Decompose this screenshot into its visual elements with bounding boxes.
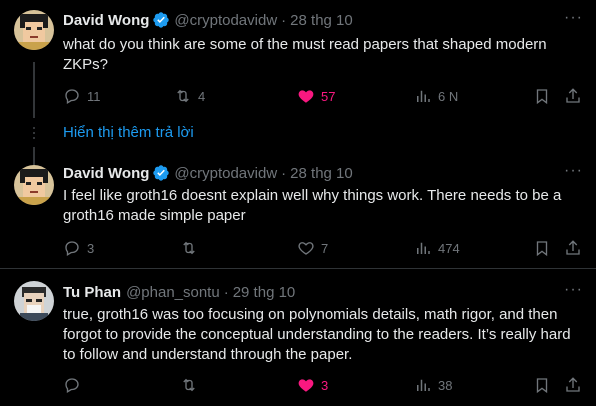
tweet-date[interactable]: 28 thg 10 [290,165,353,182]
retweet-button[interactable] [180,375,204,395]
reply-count: 3 [87,240,95,256]
verified-badge-icon [152,11,170,29]
reply-icon [65,378,79,393]
tweet-date[interactable]: 29 thg 10 [233,284,296,301]
retweet-button[interactable] [180,238,204,258]
heart-filled-icon [298,90,314,103]
analytics-icon [417,242,430,254]
share-button[interactable] [564,238,582,258]
tweet-header: Tu Phan @phan_sontu · 29 thg 10 [63,282,295,302]
retweet-icon [183,241,195,255]
tweet-header: David Wong @cryptodavidw · 28 thg 10 [63,163,353,183]
bookmark-icon [536,89,548,105]
bookmark-button[interactable] [533,86,551,106]
tweet-date[interactable]: 28 thg 10 [290,12,353,29]
display-name[interactable]: David Wong [63,165,149,182]
view-count: 38 [438,377,453,393]
bookmark-icon [536,241,548,257]
reply-icon [65,89,79,104]
thread-dots [33,127,35,142]
more-options-icon[interactable]: ··· [564,10,582,30]
tweet-actions: 3 7 474 [63,238,583,258]
reply-icon [65,241,79,256]
tweet-text: what do you think are some of the must r… [63,36,547,73]
display-name[interactable]: Tu Phan [63,284,121,301]
share-icon [566,377,580,392]
reply-button[interactable] [63,375,87,395]
retweet-count: 4 [198,88,206,104]
retweet-icon [177,89,189,103]
separator-dot: · [281,11,287,29]
more-options-icon[interactable]: ··· [564,163,582,183]
reply-count: 11 [87,88,101,104]
tweet-actions: 3 38 [63,375,583,395]
separator-dot: · [223,283,229,301]
avatar[interactable] [14,281,54,321]
bookmark-icon [536,378,548,394]
like-count: 7 [321,240,329,256]
tweet-actions: 11 4 57 6 N [63,86,583,106]
display-name[interactable]: David Wong [63,12,149,29]
user-handle[interactable]: @cryptodavidw [174,165,277,182]
share-icon [566,240,580,255]
retweet-button[interactable]: 4 [174,86,205,106]
more-options-icon[interactable]: ··· [564,282,582,302]
like-count: 57 [321,88,336,104]
like-count: 3 [321,377,329,393]
share-button[interactable] [564,86,582,106]
like-button[interactable]: 57 [297,86,335,106]
reply-button[interactable]: 11 [63,86,101,106]
like-button[interactable]: 3 [297,375,328,395]
tweet-text: I feel like groth16 doesnt explain well … [63,187,562,224]
tweet: Tu Phan @phan_sontu · 29 thg 10 ··· true… [0,269,596,406]
user-handle[interactable]: @phan_sontu [126,284,220,301]
heart-icon [298,242,314,255]
tweet: David Wong @cryptodavidw · 28 thg 10 ···… [0,0,596,120]
view-count: 474 [438,240,460,256]
show-more-replies-link[interactable]: Hiển thị thêm trả lời [63,123,194,143]
retweet-icon [183,378,195,392]
analytics-icon [417,90,430,102]
tweet: David Wong @cryptodavidw · 28 thg 10 ···… [0,155,596,265]
avatar[interactable] [14,10,54,50]
avatar[interactable] [14,165,54,205]
share-button[interactable] [564,375,582,395]
tweet-text: true, groth16 was too focusing on polyno… [63,306,571,363]
like-button[interactable]: 7 [297,238,328,258]
views-button[interactable]: 38 [414,375,452,395]
views-button[interactable]: 474 [414,238,460,258]
analytics-icon [417,379,430,391]
view-count: 6 N [438,88,459,104]
tweet-header: David Wong @cryptodavidw · 28 thg 10 [63,10,353,30]
heart-filled-icon [298,379,314,392]
reply-button[interactable]: 3 [63,238,94,258]
share-icon [566,88,580,103]
verified-badge-icon [152,164,170,182]
user-handle[interactable]: @cryptodavidw [174,12,277,29]
bookmark-button[interactable] [533,238,551,258]
bookmark-button[interactable] [533,375,551,395]
views-button[interactable]: 6 N [414,86,458,106]
separator-dot: · [281,164,287,182]
